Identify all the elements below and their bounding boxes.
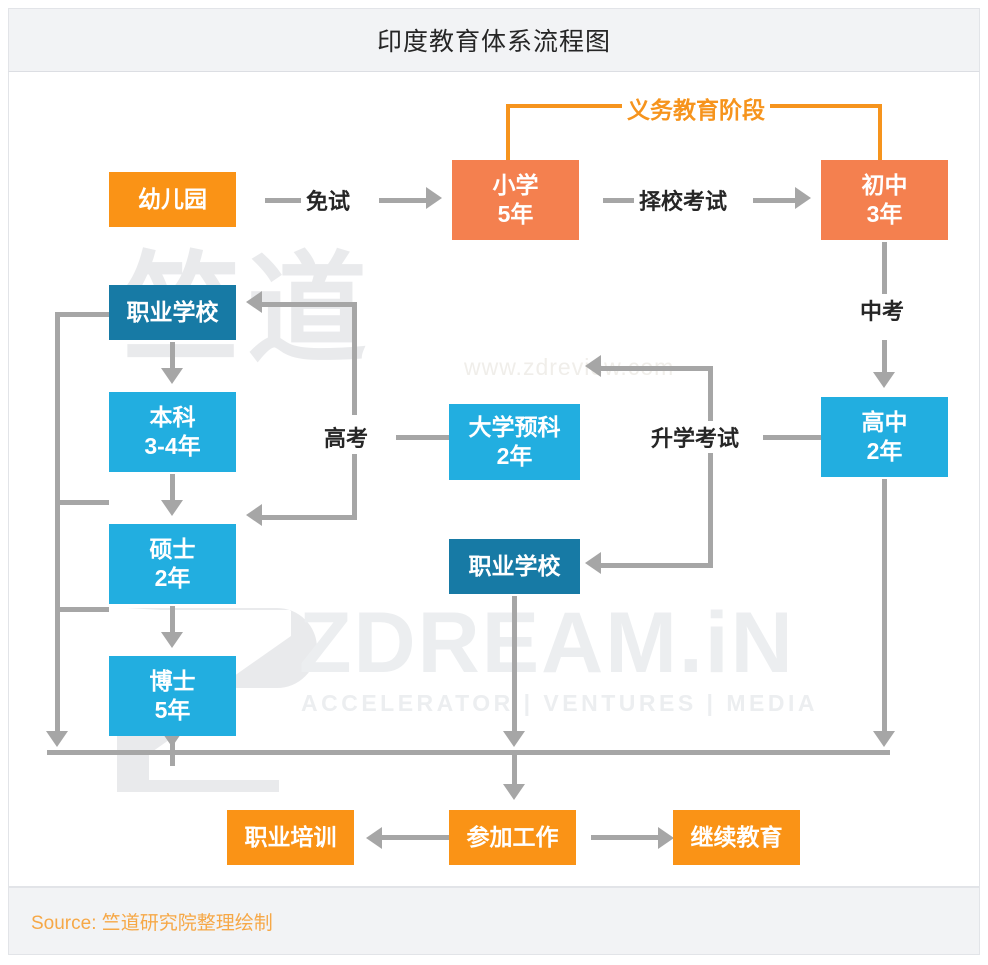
edge-gaokao-stub [396, 435, 449, 440]
left-rail-branch-bachelor [55, 500, 109, 505]
node-vocational-school-middle-line1: 职业学校 [468, 552, 561, 579]
node-master-line2: 2年 [154, 565, 191, 591]
node-doctor-line1: 博士 [149, 667, 196, 694]
flowchart-page: 印度教育体系流程图 竺道 www.zdreview.com ZDREAM.iN … [0, 0, 988, 965]
arrowhead-bachelor-to-master-icon [161, 500, 183, 516]
node-senior-high[interactable]: 高中 2年 [821, 397, 948, 477]
node-kindergarten-line1: 幼儿园 [138, 185, 207, 212]
edge-kindergarten-to-primary-right [379, 198, 427, 203]
edge-label-advancement-exam: 升学考试 [646, 421, 745, 453]
edge-label-compulsory-stage: 义务教育阶段 [622, 91, 770, 125]
bracket-right-stem [878, 104, 882, 162]
edge-label-zhongkao: 中考 [855, 294, 910, 326]
left-rail-branch-master [55, 607, 109, 612]
edge-label-gaokao: 高考 [319, 421, 374, 453]
node-master[interactable]: 硕士 2年 [109, 524, 236, 604]
chart-header: 印度教育体系流程图 [8, 8, 980, 72]
left-rail-branch-vocschool [55, 312, 109, 317]
node-doctor-line2: 5年 [154, 697, 191, 723]
edge-employment-to-continuing-education [591, 835, 659, 840]
arrowhead-to-bachelor-icon [246, 504, 262, 526]
arrowhead-baseline-to-employment-icon [503, 784, 525, 800]
edge-gaokao-to-bachelor [262, 515, 355, 520]
left-rail-trunk [55, 312, 60, 733]
node-employment[interactable]: 参加工作 [449, 810, 576, 865]
edge-advancement-to-vocschool-mid [601, 563, 711, 568]
node-doctor[interactable]: 博士 5年 [109, 656, 236, 736]
node-junior-high-line2: 3年 [866, 201, 903, 227]
chart-footer: Source: 竺道研究院整理绘制 [8, 887, 980, 955]
node-vocational-training[interactable]: 职业培训 [227, 810, 354, 865]
brand-en-watermark: ZDREAM.iN [299, 595, 795, 691]
edge-gaokao-trunk-down [352, 454, 357, 520]
bracket-top-left-bar [506, 104, 624, 108]
node-continuing-education[interactable]: 继续教育 [673, 810, 800, 865]
node-vocational-school-middle[interactable]: 职业学校 [449, 539, 580, 594]
node-pre-university[interactable]: 大学预科 2年 [449, 404, 580, 480]
edge-label-no-exam: 免试 [301, 184, 356, 216]
bracket-top-right-bar [764, 104, 882, 108]
node-senior-high-line2: 2年 [866, 438, 903, 464]
node-junior-high[interactable]: 初中 3年 [821, 160, 948, 240]
edge-junior-to-senior-upper [882, 242, 887, 299]
node-senior-high-line1: 高中 [861, 408, 908, 435]
tagline-watermark: ACCELERATOR | VENTURES | MEDIA [301, 690, 818, 716]
diagram-canvas: 竺道 www.zdreview.com ZDREAM.iN ACCELERATO… [8, 72, 980, 887]
edge-junior-to-senior-lower [882, 340, 887, 374]
node-primary-school[interactable]: 小学 5年 [452, 160, 579, 240]
arrowhead-master-to-doctor-icon [161, 632, 183, 648]
arrowhead-to-vocschool-mid-icon [585, 552, 601, 574]
arrowhead-vocschool-to-bachelor-icon [161, 368, 183, 384]
node-primary-school-line2: 5年 [497, 201, 534, 227]
arrowhead-to-preuniversity-icon [585, 355, 601, 377]
node-bachelor[interactable]: 本科 3-4年 [109, 392, 236, 472]
node-pre-university-line1: 大学预科 [468, 413, 561, 440]
node-vocational-school-left-line1: 职业学校 [126, 298, 219, 325]
arrowhead-left-rail-to-baseline-icon [46, 731, 68, 747]
bracket-left-stem [506, 104, 510, 162]
node-bachelor-line1: 本科 [149, 403, 196, 430]
edge-vocschool-to-bachelor [170, 342, 175, 370]
edge-gaokao-to-vocschool-left [262, 302, 355, 307]
edge-senior-high-to-baseline [882, 479, 887, 731]
arrowhead-to-vocschool-left-icon [246, 291, 262, 313]
edge-master-to-doctor [170, 606, 175, 634]
edge-baseline-to-employment [512, 753, 517, 786]
edge-primary-to-junior-right [753, 198, 796, 203]
arrowhead-to-vocational-training-icon [366, 827, 382, 849]
baseline-bar [47, 750, 890, 755]
arrowhead-vocschool-mid-to-baseline-icon [503, 731, 525, 747]
edge-vocschool-mid-to-baseline [512, 596, 517, 731]
node-primary-school-line1: 小学 [492, 171, 539, 198]
edge-advancement-trunk [708, 366, 713, 568]
node-master-line1: 硕士 [149, 535, 196, 562]
node-pre-university-line2: 2年 [496, 443, 533, 469]
node-kindergarten[interactable]: 幼儿园 [109, 172, 236, 227]
node-vocational-school-left[interactable]: 职业学校 [109, 285, 236, 340]
edge-bachelor-to-master [170, 474, 175, 502]
page-title: 印度教育体系流程图 [376, 28, 611, 56]
edge-employment-to-vocational-training [381, 835, 449, 840]
arrowhead-to-continuing-education-icon [658, 827, 674, 849]
edge-gaokao-trunk-up [352, 302, 357, 415]
edge-advancement-to-preuni [601, 366, 711, 371]
node-vocational-training-line1: 职业培训 [244, 823, 337, 850]
node-bachelor-line2: 3-4年 [144, 433, 201, 459]
node-employment-line1: 参加工作 [466, 823, 559, 850]
arrowhead-to-primary-icon [426, 187, 442, 209]
node-continuing-education-line1: 继续教育 [690, 823, 783, 850]
arrowhead-to-junior-icon [795, 187, 811, 209]
arrowhead-senior-high-to-baseline-icon [873, 731, 895, 747]
edge-advancement-stub [763, 435, 821, 440]
source-label: Source: 竺道研究院整理绘制 [31, 912, 273, 934]
arrowhead-to-senior-high-icon [873, 372, 895, 388]
node-junior-high-line1: 初中 [861, 171, 908, 198]
edge-label-school-choice-exam: 择校考试 [634, 184, 733, 216]
